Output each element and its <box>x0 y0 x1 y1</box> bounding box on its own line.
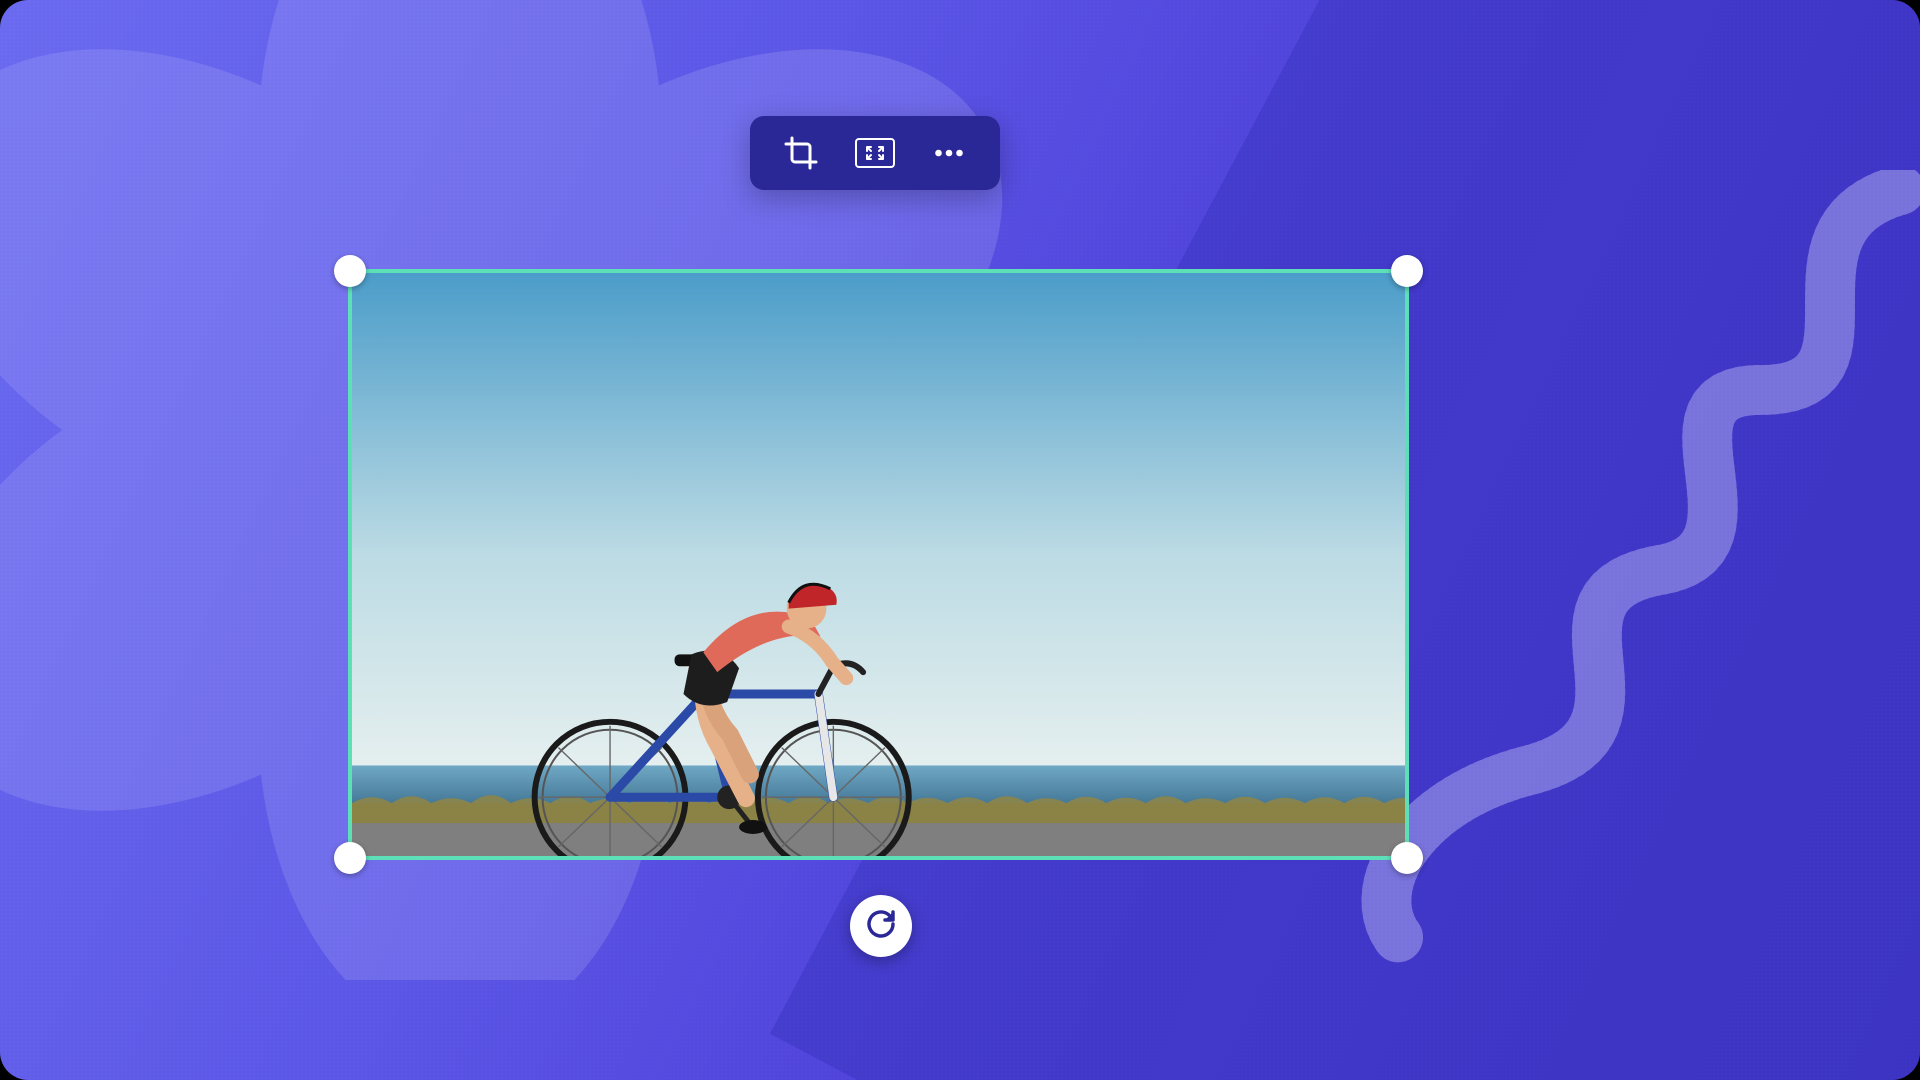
crop-icon <box>783 135 819 171</box>
resize-handle-top-right[interactable] <box>1391 255 1423 287</box>
crop-selection-frame[interactable] <box>348 269 1409 860</box>
selected-image[interactable] <box>352 273 1405 856</box>
more-icon <box>931 135 967 171</box>
resize-handle-bottom-right[interactable] <box>1391 842 1423 874</box>
decorative-squiggle <box>1340 170 1920 970</box>
resize-handle-bottom-left[interactable] <box>334 842 366 874</box>
crop-button[interactable] <box>780 132 822 174</box>
more-options-button[interactable] <box>928 132 970 174</box>
rotate-button[interactable] <box>850 895 912 957</box>
rotate-icon <box>865 908 897 944</box>
fit-screen-button[interactable] <box>854 132 896 174</box>
fit-screen-icon <box>854 137 896 169</box>
editor-canvas <box>0 0 1920 1080</box>
image-toolbar <box>750 116 1000 190</box>
resize-handle-top-left[interactable] <box>334 255 366 287</box>
